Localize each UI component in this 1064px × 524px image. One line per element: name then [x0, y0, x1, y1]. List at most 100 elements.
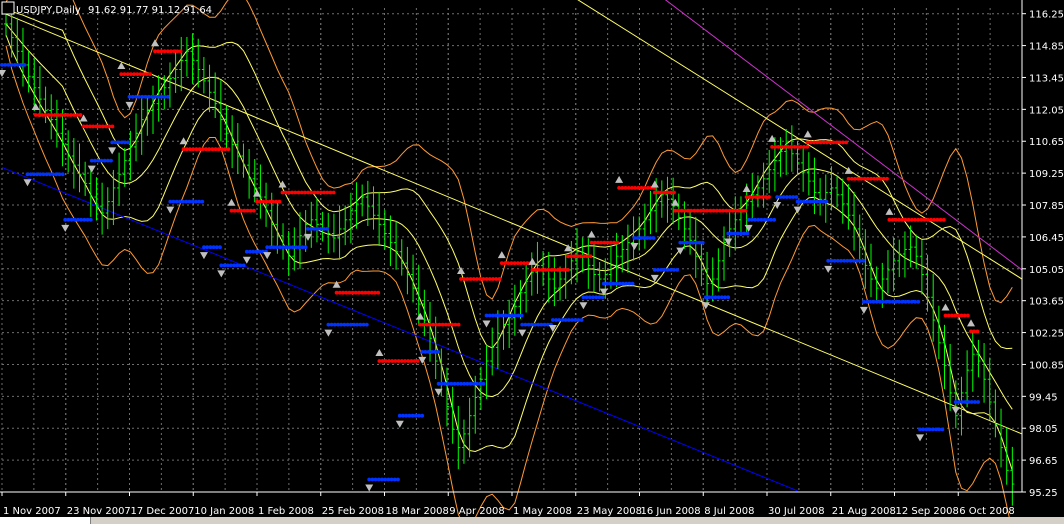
down-fractal-icon [630, 243, 639, 251]
down-fractal-icon [108, 147, 117, 155]
support-dot [630, 281, 635, 286]
x-tick-label: 6 Oct 2008 [959, 506, 1014, 517]
down-fractal-icon [859, 306, 868, 314]
x-tick-label: 12 Sep 2008 [896, 506, 959, 517]
up-fractal-icon [375, 349, 384, 357]
x-tick-label: 25 Feb 2008 [322, 506, 384, 517]
x-tick-label: 1 Nov 2007 [3, 506, 61, 517]
symbol-label: USDJPY,Daily [16, 5, 81, 16]
support-dot [60, 172, 65, 177]
support-dot [126, 140, 131, 145]
resistance-dot [615, 240, 620, 245]
support-dot [745, 231, 750, 236]
down-fractal-icon [916, 434, 924, 442]
down-fractal-icon [166, 206, 175, 214]
support-dot [109, 158, 113, 163]
up-fractal-icon [227, 198, 236, 206]
up-fractal-icon [742, 185, 751, 193]
y-tick-label: 99.45 [1029, 392, 1058, 403]
down-fractal-icon [87, 165, 96, 173]
resistance-dot [110, 124, 115, 129]
x-tick-label: 1 Feb 2008 [258, 506, 314, 517]
support-dot [420, 413, 425, 418]
trend-line [664, 0, 1023, 271]
y-tick-label: 107.85 [1029, 201, 1064, 212]
resistance-dot [148, 72, 153, 76]
resistance-dot [941, 217, 946, 222]
down-fractal-icon [23, 179, 32, 187]
tab-strip [0, 517, 1064, 524]
down-fractal-icon [242, 256, 251, 264]
support-dot [976, 400, 980, 404]
y-tick-label: 103.65 [1029, 297, 1064, 308]
resistance-dot [331, 190, 336, 195]
down-fractal-icon [951, 407, 960, 415]
price-chart[interactable]: 116.25 114.85 113.45 112.05 110.65 109.25 107.… [0, 0, 1064, 524]
x-tick-label: 9 Apr 2008 [449, 506, 504, 517]
y-tick-label: 110.65 [1029, 137, 1064, 148]
up-fractal-icon [497, 251, 506, 259]
down-fractal-icon [744, 224, 753, 232]
x-tick-label: 23 May 2008 [577, 506, 642, 517]
down-fractal-icon [548, 325, 557, 333]
up-fractal-icon [457, 267, 465, 275]
support-dot [940, 427, 945, 432]
y-tick-label: 100.85 [1029, 360, 1064, 371]
support-dot [916, 299, 921, 304]
x-tick-label: 8 Jul 2008 [704, 506, 754, 517]
resistance-dot [277, 199, 282, 204]
up-fractal-icon [253, 189, 261, 197]
resistance-dot [844, 140, 849, 145]
resistance-dot [743, 208, 748, 213]
fractal-arrows [0, 39, 975, 492]
x-tick-label: 17 Dec 2007 [131, 506, 195, 517]
y-tick-label: 106.45 [1029, 233, 1064, 244]
resistance-dot [497, 277, 502, 281]
down-fractal-icon [199, 252, 208, 260]
down-fractal-icon [61, 224, 70, 232]
support-dot [396, 477, 400, 482]
support-dot [726, 295, 731, 300]
trend-line [1, 12, 1023, 435]
resistance-dot [376, 290, 381, 295]
up-fractal-icon [528, 257, 537, 265]
x-tick-label: 23 Nov 2007 [67, 506, 131, 517]
support-dot [651, 236, 656, 240]
y-tick-label: 112.05 [1029, 105, 1064, 116]
up-fractal-icon [650, 180, 659, 188]
up-fractal-icon [179, 137, 188, 145]
resistance-dot [805, 145, 810, 149]
support-dot [436, 350, 441, 354]
down-fractal-icon [263, 252, 272, 260]
support-dot [579, 318, 584, 322]
up-fractal-icon [332, 280, 341, 288]
y-tick-label: 96.65 [1029, 456, 1058, 467]
resistance-dot [767, 195, 771, 199]
down-fractal-icon [217, 270, 226, 278]
support-dot [481, 381, 486, 386]
support-dot [364, 322, 369, 327]
support-dot [772, 217, 777, 222]
resistance-dot [885, 176, 889, 181]
down-fractal-icon [0, 69, 6, 77]
band-outer-lower [5, 45, 1012, 524]
y-tick-label: 105.05 [1029, 265, 1064, 276]
support-dot [166, 94, 170, 99]
chart-tab[interactable] [0, 517, 91, 524]
chart-window[interactable]: 116.25 114.85 113.45 112.05 110.65 109.25 107.… [0, 0, 1064, 524]
support-dot [600, 295, 605, 300]
support-dot [325, 227, 330, 231]
y-tick-label: 95.25 [1029, 488, 1058, 499]
down-fractal-icon [793, 206, 802, 214]
x-tick-label: 30 Jul 2008 [768, 506, 825, 517]
up-fractal-icon [803, 130, 812, 138]
resistance-dot [178, 49, 183, 54]
down-fractal-icon [365, 484, 374, 492]
resistance-dot [565, 268, 570, 272]
resistance-dot [456, 322, 461, 327]
up-fractal-icon [941, 303, 950, 311]
down-fractal-icon [579, 302, 588, 310]
x-tick-label: 18 Mar 2008 [386, 506, 449, 517]
y-tick-label: 98.05 [1029, 424, 1058, 435]
resistance-dot [975, 329, 980, 334]
